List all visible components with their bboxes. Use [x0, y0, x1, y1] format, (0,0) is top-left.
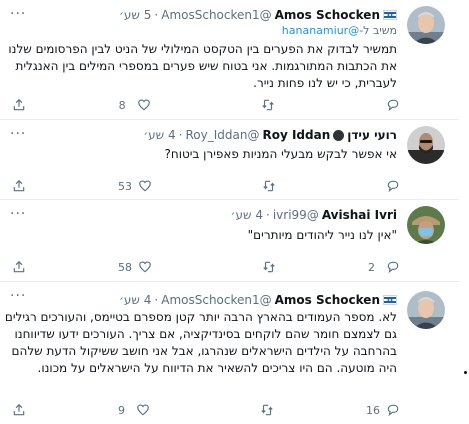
reply-button[interactable]: 2: [368, 259, 400, 275]
share-button[interactable]: [12, 259, 26, 275]
share-icon: [13, 98, 25, 111]
like-count: 58: [118, 260, 132, 274]
avatar-image: [407, 206, 445, 244]
tweet-actions: 53: [12, 178, 400, 194]
avatar[interactable]: [407, 206, 445, 244]
reply-prefix: משיב ל-: [359, 24, 397, 37]
replying-to: משיב ל-@hananamiur: [282, 23, 397, 39]
reply-count: 2: [368, 260, 375, 274]
israel-flag-icon: [383, 10, 397, 20]
heart-icon: [139, 180, 151, 192]
like-button[interactable]: 9: [118, 402, 150, 418]
tweet-text: "אין לנו נייר ליהודים מיותרים": [247, 228, 397, 242]
user-handle[interactable]: @AmosSchocken1: [161, 6, 271, 24]
tweet-text: אי אפשר לבקש מבעלי המניות פאפירן ביטוח?: [164, 147, 397, 161]
retweet-icon: [263, 180, 275, 192]
user-handle[interactable]: @AmosSchocken1: [161, 291, 271, 309]
share-button[interactable]: [12, 178, 26, 194]
share-icon: [13, 179, 25, 192]
reply-icon: [387, 180, 399, 193]
separator-dot: ·: [178, 128, 183, 142]
tweet[interactable]: ··· Avishai Ivri @ivri99 · 4 שע׳ "אין לנ…: [0, 200, 459, 282]
like-button[interactable]: 8: [119, 97, 151, 113]
avatar-image: [407, 291, 445, 329]
like-count: 53: [118, 179, 132, 193]
like-button[interactable]: 53: [118, 178, 152, 194]
tweet-feed: ··· Amos Schocken @AmosSchocken1 · 5 שע׳…: [0, 0, 459, 424]
separator-dot: ·: [154, 293, 159, 307]
more-options-icon[interactable]: ···: [10, 126, 26, 142]
timestamp[interactable]: 4 שע׳: [119, 291, 151, 309]
tweet-header: Amos Schocken @AmosSchocken1 · 4 שע׳: [119, 291, 397, 309]
reply-mention-link[interactable]: @hananamiur: [282, 24, 359, 37]
reply-button[interactable]: [368, 178, 400, 194]
reply-icon: [387, 261, 399, 274]
heart-icon: [137, 99, 150, 111]
display-name-secondary[interactable]: Roy Iddan: [262, 126, 330, 144]
more-options-icon[interactable]: ···: [10, 206, 26, 222]
timestamp[interactable]: 4 שע׳: [231, 206, 263, 224]
tweet-header: Amos Schocken @AmosSchocken1 · 5 שע׳: [119, 6, 397, 24]
retweet-button[interactable]: [244, 259, 276, 275]
separator-dot: ·: [266, 208, 270, 222]
retweet-icon: [262, 99, 274, 111]
like-count: 9: [118, 403, 125, 417]
like-count: 8: [118, 98, 126, 112]
tweet-actions: 58 2: [12, 259, 400, 275]
retweet-icon: [261, 404, 273, 416]
reply-button[interactable]: [368, 97, 400, 113]
share-icon: [13, 260, 25, 273]
tweet-actions: 8: [12, 97, 400, 113]
retweet-icon: [263, 261, 275, 273]
heart-icon: [139, 261, 151, 273]
avatar[interactable]: [407, 126, 445, 164]
circle-icon: [333, 129, 345, 141]
tweet-header: Avishai Ivri @ivri99 · 4 שע׳: [231, 206, 397, 224]
like-button[interactable]: 58: [118, 259, 152, 275]
avatar[interactable]: [407, 6, 445, 44]
reply-button[interactable]: 16: [366, 402, 400, 418]
display-name[interactable]: רועי עידן: [347, 126, 397, 144]
reply-count: 16: [366, 403, 380, 417]
avatar-image: [407, 126, 445, 164]
retweet-button[interactable]: [242, 402, 274, 418]
tweet-actions: 9 16: [12, 402, 400, 418]
share-button[interactable]: [12, 402, 26, 418]
tweet-text: תמשיר לבדוק את הפערים בין הטקסט המילולי …: [8, 42, 397, 90]
tweet[interactable]: ··· Amos Schocken @AmosSchocken1 · 4 שע׳…: [0, 282, 459, 424]
tweet[interactable]: ··· Amos Schocken @AmosSchocken1 · 5 שע׳…: [0, 0, 459, 120]
scroll-indicator: [464, 371, 467, 374]
share-icon: [13, 403, 25, 416]
display-name[interactable]: Avishai Ivri: [322, 206, 397, 224]
reply-icon: [387, 404, 399, 417]
display-name[interactable]: Amos Schocken: [275, 291, 380, 309]
timestamp[interactable]: 4 שע׳: [143, 126, 175, 144]
israel-flag-icon: [383, 295, 397, 305]
display-name[interactable]: Amos Schocken: [275, 6, 380, 24]
user-handle[interactable]: @ivri99: [273, 206, 319, 224]
tweet-header: רועי עידן Roy Iddan @Roy_Iddan · 4 שע׳: [143, 126, 397, 144]
retweet-button[interactable]: [244, 178, 276, 194]
more-options-icon[interactable]: ···: [10, 6, 26, 22]
avatar-image: [407, 6, 445, 44]
tweet[interactable]: ··· רועי עידן Roy Iddan @Roy_Iddan · 4 ש…: [0, 120, 459, 200]
more-options-icon[interactable]: ···: [10, 288, 26, 304]
reply-icon: [387, 99, 399, 112]
tweet-text: לא. מספר העמודים בהארץ הרבה יותר קטן מספ…: [4, 310, 397, 375]
user-handle[interactable]: @Roy_Iddan: [185, 126, 259, 144]
share-button[interactable]: [12, 97, 26, 113]
separator-dot: ·: [154, 8, 159, 22]
avatar[interactable]: [407, 291, 445, 329]
heart-icon: [137, 404, 149, 416]
timestamp[interactable]: 5 שע׳: [119, 6, 151, 24]
retweet-button[interactable]: [243, 97, 275, 113]
